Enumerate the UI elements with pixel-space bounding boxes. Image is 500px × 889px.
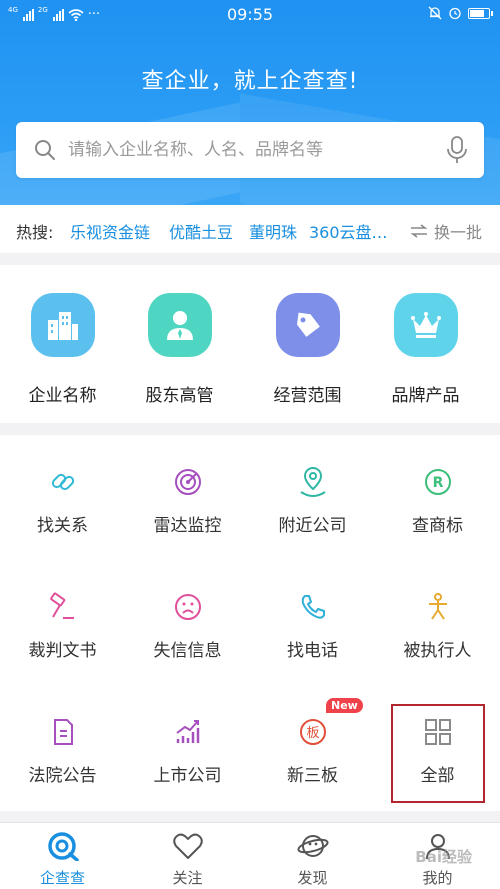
alarm-icon	[449, 7, 461, 20]
person-icon	[147, 293, 212, 357]
tool-listed-company[interactable]: 上市公司	[125, 715, 250, 786]
refresh-hot-button[interactable]: 换一批	[410, 219, 482, 243]
search-input[interactable]	[68, 134, 438, 166]
category-label: 品牌产品	[391, 386, 460, 406]
planet-icon	[250, 831, 375, 861]
trademark-icon: R	[375, 465, 500, 499]
svg-text:R: R	[432, 475, 443, 491]
status-time: 09:55	[226, 5, 274, 24]
radar-icon	[125, 465, 250, 499]
qichacha-logo-icon	[0, 831, 125, 861]
tab-qichacha[interactable]: 企查查	[0, 831, 125, 888]
tab-label: 关注	[172, 869, 203, 887]
highlight-box	[391, 704, 485, 803]
tool-radar-monitor[interactable]: 雷达监控	[125, 465, 250, 536]
battery-icon	[468, 7, 493, 19]
category-label: 经营范围	[273, 386, 342, 406]
header: 4G 2G ··· 09:55 查企业，就上企查查!	[0, 0, 500, 205]
tool-executed-person[interactable]: 被执行人	[375, 590, 500, 661]
tab-follow[interactable]: 关注	[125, 831, 250, 888]
hot-search-bar: 热搜: 乐视资金链 优酷土豆 董明珠 360云盘… 换一批	[0, 205, 500, 253]
new-badge: New	[326, 698, 363, 713]
status-right	[428, 6, 493, 20]
category-business-scope[interactable]: 经营范围	[245, 293, 370, 406]
tab-label: 企查查	[39, 869, 85, 887]
search-icon	[35, 140, 55, 160]
refresh-hot-label: 换一批	[433, 223, 482, 242]
slogan: 查企业，就上企查查!	[141, 69, 359, 94]
tool-trademark[interactable]: R 查商标	[375, 465, 500, 536]
microphone-icon[interactable]	[446, 136, 468, 164]
notice-icon	[0, 715, 125, 749]
category-label: 股东高管	[145, 386, 214, 406]
tab-discover[interactable]: 发现	[250, 831, 375, 888]
search-bar[interactable]	[16, 122, 484, 178]
mute-bell-icon	[428, 6, 442, 20]
tag-icon	[275, 293, 340, 357]
tool-label: 法院公告	[28, 766, 97, 786]
tool-find-relation[interactable]: 找关系	[0, 465, 125, 536]
tab-label: 发现	[297, 869, 328, 887]
category-label: 企业名称	[28, 386, 97, 406]
tool-label: 附近公司	[278, 516, 347, 536]
phone-icon	[250, 590, 375, 624]
person-executed-icon	[375, 590, 500, 624]
svg-text:板: 板	[306, 726, 319, 741]
gavel-icon	[0, 590, 125, 624]
chart-up-icon	[125, 715, 250, 749]
tool-label: 新三板	[287, 766, 338, 786]
board-icon: 板	[250, 715, 375, 749]
tool-new-third-board[interactable]: 板 新三板	[250, 715, 375, 786]
tool-dishonest-info[interactable]: 失信信息	[125, 590, 250, 661]
tool-label: 失信信息	[153, 641, 222, 661]
swap-icon	[410, 224, 428, 238]
search-categories: 企业名称 股东高管 经营范围 品牌产品	[0, 265, 500, 423]
tool-court-notice[interactable]: 法院公告	[0, 715, 125, 786]
category-brand-product[interactable]: 品牌产品	[363, 293, 488, 406]
category-company-name[interactable]: 企业名称	[0, 293, 125, 406]
building-icon	[30, 293, 95, 357]
tool-find-phone[interactable]: 找电话	[250, 590, 375, 661]
tool-label: 查商标	[412, 516, 463, 536]
tool-label: 裁判文书	[28, 641, 97, 661]
tool-grid: 找关系 雷达监控 附近公司 R 查商标 裁判文书 失信信息 找电话 被执行人 法…	[0, 435, 500, 811]
location-icon	[250, 465, 375, 499]
tab-label: 我的	[422, 869, 453, 887]
tool-label: 被执行人	[403, 641, 472, 661]
heart-icon	[125, 831, 250, 861]
category-shareholder[interactable]: 股东高管	[117, 293, 242, 406]
tool-nearby-company[interactable]: 附近公司	[250, 465, 375, 536]
watermark: Bai经验	[415, 848, 472, 866]
status-bar: 4G 2G ··· 09:55	[0, 0, 500, 30]
hot-search-label: 热搜:	[16, 223, 54, 242]
tool-label: 上市公司	[153, 766, 222, 786]
tool-judgment-docs[interactable]: 裁判文书	[0, 590, 125, 661]
crown-icon	[393, 293, 458, 357]
hot-keyword[interactable]: 董明珠	[249, 219, 297, 243]
sad-face-icon	[125, 590, 250, 624]
tool-label: 找关系	[37, 516, 88, 536]
hot-keyword[interactable]: 360云盘…	[309, 219, 388, 243]
hot-keyword[interactable]: 乐视资金链	[70, 219, 150, 243]
link-icon	[0, 465, 125, 499]
tool-label: 雷达监控	[153, 516, 222, 536]
hot-keyword[interactable]: 优酷土豆	[169, 219, 233, 243]
tool-label: 找电话	[287, 641, 338, 661]
